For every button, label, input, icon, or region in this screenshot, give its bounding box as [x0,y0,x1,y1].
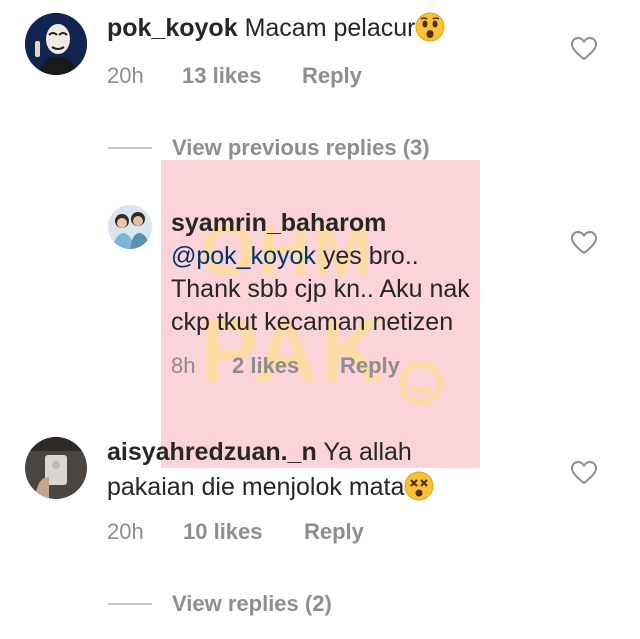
comment-2-heart-icon[interactable] [571,461,597,485]
reply-text-line1: yes bro.. [315,242,419,270]
comment-1-heart-icon[interactable] [571,37,597,61]
reply-body: syamrin_baharom @pok_koyok yes bro.. Tha… [171,207,470,339]
watermark-smile-icon [399,361,443,405]
reply-likes[interactable]: 2 likes [232,353,299,379]
comment-1-body: pok_koyok Macam pelacur [107,12,445,50]
reply-time: 8h [171,353,196,378]
dizzy-face-emoji-icon [404,471,434,511]
reply-text-line2: Thank sbb cjp kn.. Aku nak [171,275,470,303]
comment-1-username[interactable]: pok_koyok [107,14,238,42]
comment-2-body: aisyahredzuan._n Ya allah pakaian die me… [107,435,434,511]
comment-1-likes[interactable]: 13 likes [182,63,262,89]
comment-1-time: 20h [107,63,144,88]
comment-1-reply-button[interactable]: Reply [302,63,362,89]
comment-2-likes[interactable]: 10 likes [183,519,263,545]
astonished-face-emoji-icon [415,12,445,50]
comment-2-time: 20h [107,519,144,544]
avatar-syamrin-baharom[interactable] [108,205,152,249]
view-previous-replies-link[interactable]: View previous replies (3) [172,135,430,161]
comment-2-text-line1: Ya allah [323,438,412,466]
view-replies-link[interactable]: View replies (2) [172,591,332,617]
reply-username[interactable]: syamrin_baharom [171,209,386,237]
reply-mention-link[interactable]: @pok_koyok [171,242,316,270]
avatar-aisyahredzuan[interactable] [25,437,87,499]
comment-2-reply-button[interactable]: Reply [304,519,364,545]
comment-2-username[interactable]: aisyahredzuan._n [107,438,317,466]
view-previous-divider [108,147,152,149]
comment-1-text: Macam pelacur [244,14,416,42]
reply-heart-icon[interactable] [571,231,597,255]
reply-text-line3: ckp tkut kecaman netizen [171,308,454,336]
avatar-pok-koyok[interactable] [25,13,87,75]
view-replies-divider [108,603,152,605]
comment-2-text-line2: pakaian die menjolok mata [107,473,405,501]
reply-reply-button[interactable]: Reply [340,353,400,379]
